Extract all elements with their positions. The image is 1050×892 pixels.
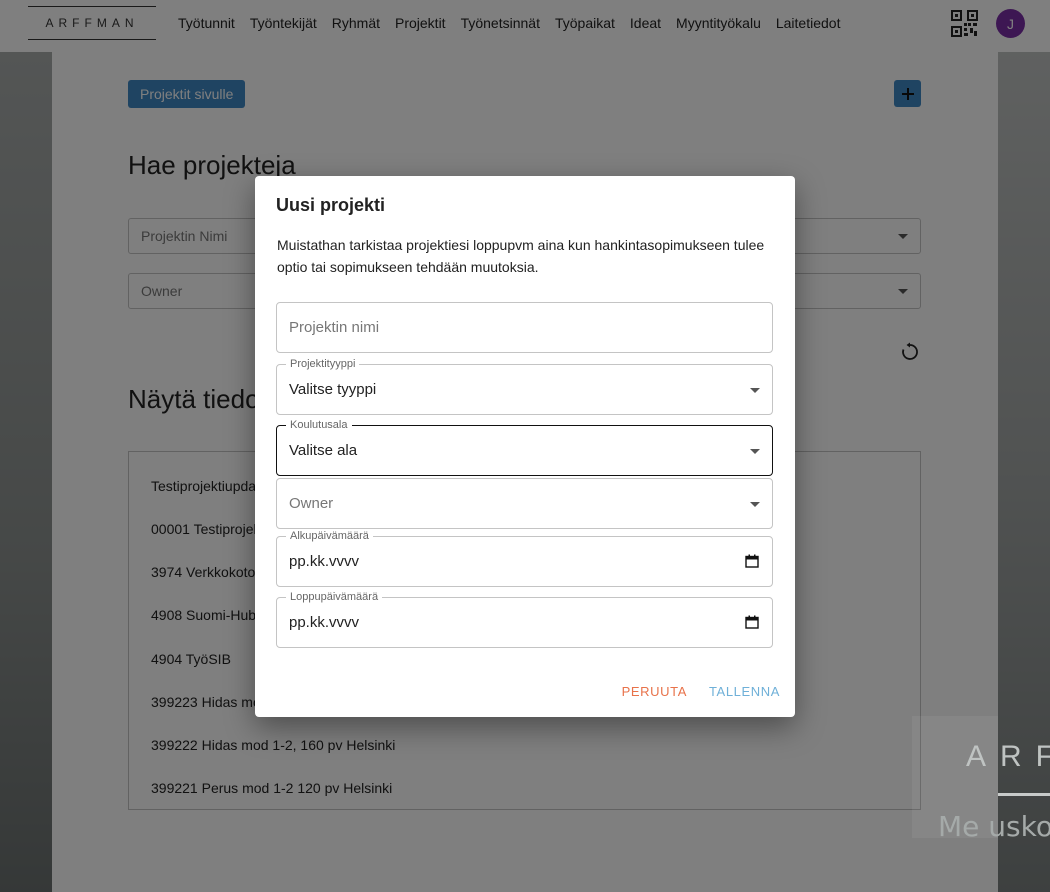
- project-type-select[interactable]: Projektityyppi Valitse tyyppi: [276, 358, 773, 415]
- chevron-down-icon: [750, 502, 760, 507]
- project-name-input[interactable]: Projektin nimi: [276, 302, 773, 353]
- background-brand-divider: [998, 793, 1050, 796]
- calendar-icon[interactable]: [745, 615, 759, 629]
- dialog-title: Uusi projekti: [276, 195, 386, 215]
- owner-placeholder: Owner: [289, 495, 334, 512]
- project-name-placeholder: Projektin nimi: [289, 319, 380, 336]
- chevron-down-icon: [750, 388, 760, 393]
- dialog-actions: PERUUTA TALLENNA: [622, 684, 780, 699]
- education-field-select[interactable]: Koulutusala Valitse ala: [276, 419, 773, 476]
- end-date-input[interactable]: Loppupäivämäärä pp.kk.vvvv: [276, 591, 773, 648]
- chevron-down-icon: [750, 449, 760, 454]
- end-date-value: pp.kk.vvvv: [289, 614, 360, 631]
- project-type-value: Valitse tyyppi: [289, 381, 377, 398]
- owner-select[interactable]: Owner: [276, 478, 773, 529]
- start-date-value: pp.kk.vvvv: [289, 553, 360, 570]
- calendar-icon[interactable]: [745, 554, 759, 568]
- background-brand-text: ARF: [966, 740, 1050, 773]
- dialog-description: Muistathan tarkistaa projektiesi loppupv…: [277, 237, 765, 275]
- save-button[interactable]: TALLENNA: [709, 684, 780, 699]
- education-field-value: Valitse ala: [289, 442, 358, 459]
- background-brand-slogan: Me uskon: [938, 810, 1050, 843]
- start-date-input[interactable]: Alkupäivämäärä pp.kk.vvvv: [276, 530, 773, 587]
- new-project-dialog: Uusi projekti Muistathan tarkistaa proje…: [255, 176, 795, 717]
- cancel-button[interactable]: PERUUTA: [622, 684, 687, 699]
